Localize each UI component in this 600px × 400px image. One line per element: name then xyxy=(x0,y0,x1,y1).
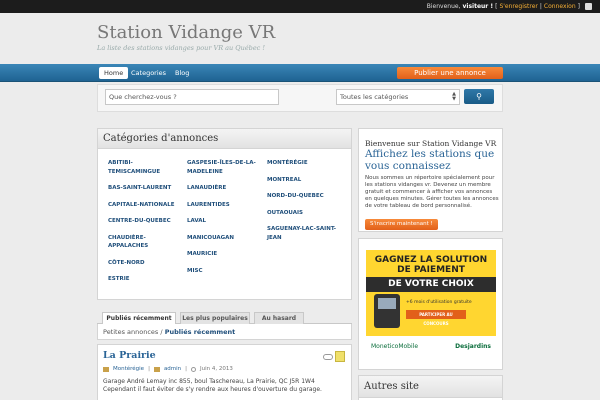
category-link[interactable]: CENTRE-DU-QUEBEC xyxy=(108,217,183,226)
signup-button[interactable]: S'inscrire maintenant ! xyxy=(365,219,438,230)
welcome-subheading: Affichez les stations que vous connaisse… xyxy=(365,148,495,172)
other-sites-panel: Autres site xyxy=(358,375,503,400)
welcome-heading: Bienvenue sur Station Vidange VR xyxy=(365,139,497,148)
ad-footer: MoneticoMobile Desjardins xyxy=(366,336,496,358)
ad-line-2: DE PAIEMENT xyxy=(397,265,465,275)
listing-title[interactable]: La Prairie xyxy=(103,350,156,361)
category-link[interactable]: LAURENTIDES xyxy=(187,201,262,210)
search-icon: ⚲ xyxy=(476,92,482,101)
nav-blog[interactable]: Blog xyxy=(170,67,194,79)
tab-popular[interactable]: Les plus populaires xyxy=(180,312,250,324)
payment-terminal-icon xyxy=(374,294,400,328)
breadcrumb: Petites annonces / Publiés récemment xyxy=(97,324,352,340)
ad-subtext: +6 mois d'utilisation gratuite xyxy=(406,300,472,305)
listing-author[interactable]: admin xyxy=(164,366,181,372)
search-button[interactable]: ⚲ xyxy=(464,89,494,104)
category-link[interactable]: SAGUENAY-LAC-SAINT-JEAN xyxy=(267,225,342,242)
breadcrumb-current: Publiés récemment xyxy=(164,328,236,336)
listing-item: La Prairie Montérégie | admin | Juin 4, … xyxy=(97,344,352,400)
meta-separator: | xyxy=(185,366,188,372)
welcome-panel: Bienvenue sur Station Vidange VR Affiche… xyxy=(358,128,503,232)
category-link[interactable]: GASPESIE-ÎLES-DE-LA-MADELEINE xyxy=(187,159,262,176)
meta-separator: | xyxy=(148,366,150,372)
tab-random[interactable]: Au hasard xyxy=(254,312,304,324)
ad-cta-button[interactable]: PARTICIPER AU CONCOURS xyxy=(406,310,466,326)
search-bar: Que cherchez-vous ? Toutes les catégorie… xyxy=(97,84,503,112)
advertisement-banner[interactable]: GAGNEZ LA SOLUTION DE PAIEMENT DE VOTRE … xyxy=(366,250,496,358)
category-link[interactable]: MONTREAL xyxy=(267,176,342,185)
search-input[interactable]: Que cherchez-vous ? xyxy=(105,89,279,105)
greeting-text: Bienvenue, xyxy=(426,3,461,10)
ad-line-1: GAGNEZ LA SOLUTION xyxy=(374,255,488,265)
nav-home[interactable]: Home xyxy=(99,67,129,79)
category-column-3: MONTÉRÉGIE MONTREAL NORD-DU-QUEBEC OUTAO… xyxy=(267,159,342,250)
category-link[interactable]: BAS-SAINT-LAURENT xyxy=(108,184,183,193)
register-link[interactable]: S'enregistrer xyxy=(499,3,537,10)
favorite-icon[interactable] xyxy=(335,351,345,362)
ad-brand-left: MoneticoMobile xyxy=(371,343,419,350)
breadcrumb-root[interactable]: Petites annonces xyxy=(103,328,158,336)
login-link[interactable]: Connexion xyxy=(544,3,576,10)
select-arrows-icon: ▲ ▼ xyxy=(452,91,456,102)
category-link[interactable]: MISC xyxy=(187,267,262,276)
listing-tabs: Publiés récemment Les plus populaires Au… xyxy=(97,312,352,325)
category-link[interactable]: MANICOUAGAN xyxy=(187,234,262,243)
username-text: visiteur ! xyxy=(462,3,494,10)
top-user-bar: Bienvenue, visiteur ! [ S'enregistrer | … xyxy=(0,0,600,13)
ad-brand-right: Desjardins xyxy=(455,343,491,350)
bracket-open: [ xyxy=(495,3,498,10)
category-link[interactable]: NORD-DU-QUEBEC xyxy=(267,192,342,201)
folder-icon xyxy=(103,366,109,372)
post-ad-button[interactable]: Publier une annonce xyxy=(397,67,503,79)
listing-description: Garage André Lemay inc 855, boul Tascher… xyxy=(103,378,322,393)
toggle-icon[interactable] xyxy=(323,354,333,360)
category-link[interactable]: OUTAOUAIS xyxy=(267,209,342,218)
nav-categories[interactable]: Categories xyxy=(126,67,171,79)
ad-band: DE VOTRE CHOIX xyxy=(366,277,496,292)
ad-panel: GAGNEZ LA SOLUTION DE PAIEMENT DE VOTRE … xyxy=(358,238,503,370)
bracket-close: ] xyxy=(577,3,580,10)
category-select-value: Toutes les catégories xyxy=(340,93,409,101)
listing-date: Juin 4, 2013 xyxy=(200,366,233,372)
clock-icon xyxy=(191,366,197,372)
site-title[interactable]: Station Vidange VR xyxy=(97,22,275,43)
category-link[interactable]: CÔTE-NORD xyxy=(108,259,183,268)
site-tagline: La liste des stations vidanges pour VR a… xyxy=(97,44,265,52)
category-column-1: ABITIBI-TEMISCAMINGUE BAS-SAINT-LAURENT … xyxy=(108,159,183,292)
category-link[interactable]: LANAUDIÈRE xyxy=(187,184,262,193)
welcome-body: Nous sommes un répertoire spécialement p… xyxy=(365,175,499,209)
breadcrumb-separator: / xyxy=(160,328,163,336)
separator: | xyxy=(539,3,542,10)
categories-panel: Catégories d'annonces ABITIBI-TEMISCAMIN… xyxy=(97,128,352,300)
other-sites-title: Autres site xyxy=(359,376,502,398)
category-link[interactable]: CAPITALE-NATIONALE xyxy=(108,201,183,210)
main-nav: Home Categories Blog Publier une annonce xyxy=(0,64,600,82)
category-link[interactable]: ABITIBI-TEMISCAMINGUE xyxy=(108,159,183,176)
categories-title: Catégories d'annonces xyxy=(98,129,351,149)
category-select[interactable]: Toutes les catégories ▲ ▼ xyxy=(336,89,460,105)
user-icon xyxy=(153,366,160,372)
rss-icon[interactable] xyxy=(585,3,592,10)
category-link[interactable]: CHAUDIÈRE-APPALACHES xyxy=(108,234,183,251)
listing-meta: Montérégie | admin | Juin 4, 2013 xyxy=(103,366,233,372)
category-column-2: GASPESIE-ÎLES-DE-LA-MADELEINE LANAUDIÈRE… xyxy=(187,159,262,283)
category-link[interactable]: ESTRIE xyxy=(108,275,183,284)
category-link[interactable]: MAURICIE xyxy=(187,250,262,259)
ad-headline: GAGNEZ LA SOLUTION DE PAIEMENT xyxy=(366,255,496,275)
category-link[interactable]: LAVAL xyxy=(187,217,262,226)
listing-category[interactable]: Montérégie xyxy=(113,366,144,372)
category-link[interactable]: MONTÉRÉGIE xyxy=(267,159,342,168)
